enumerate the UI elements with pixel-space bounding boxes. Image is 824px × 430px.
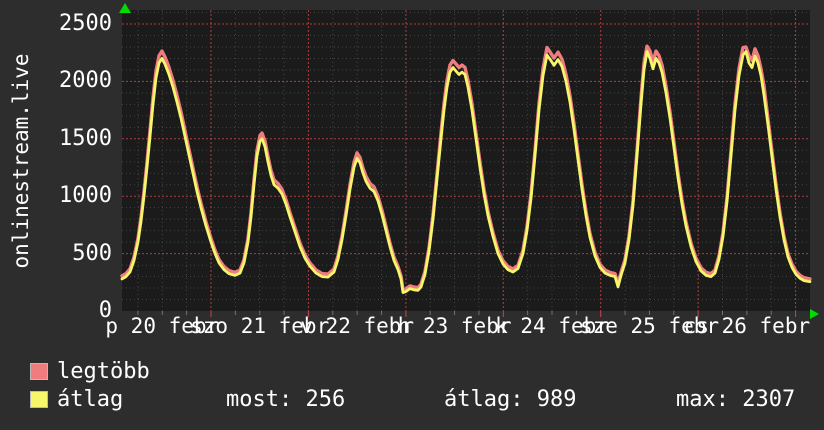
- stat-most: most: 256: [226, 387, 346, 412]
- y-tick-label: 2500: [59, 11, 112, 36]
- series-átlag: [120, 50, 812, 295]
- legend-label-legtobb: legtöbb: [57, 359, 150, 384]
- legend-label-atlag: átlag: [57, 387, 124, 412]
- legend-swatch-atlag: [30, 391, 48, 408]
- y-tick-label: 0: [98, 298, 112, 323]
- stat-max: max: 2307: [676, 387, 796, 412]
- x-tick-label: cs 26 febr: [683, 314, 811, 338]
- y-tick-label: 1500: [59, 125, 112, 151]
- y-tick-label: 500: [72, 240, 112, 266]
- y-tick-label: 2000: [59, 68, 112, 94]
- rrd-graph-window: onlinestream.live 0 500 1000 1500 2000 2500 p…: [0, 0, 824, 430]
- stat-atlag: átlag: 989: [444, 387, 577, 412]
- legend-swatch-legtobb: [30, 363, 48, 380]
- x-axis-arrow-icon: [810, 309, 819, 319]
- y-axis-arrow-icon: [119, 3, 131, 13]
- chart-canvas: [120, 10, 812, 317]
- plot-area: [120, 10, 812, 317]
- y-tick-label: 1000: [59, 183, 112, 209]
